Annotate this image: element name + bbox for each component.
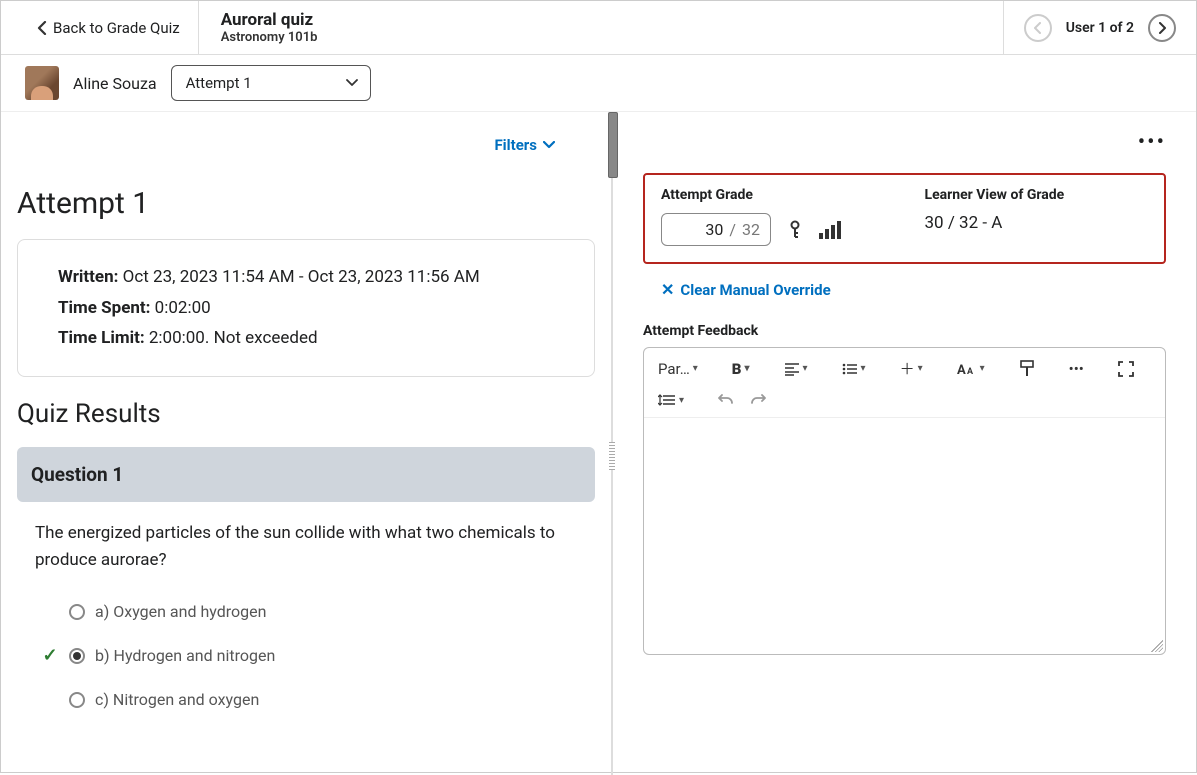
prev-user-button [1024, 14, 1052, 42]
grade-value: 30 [705, 220, 723, 239]
right-panel: ••• Attempt Grade 30 / 32 [613, 112, 1196, 775]
chevron-down-icon [543, 141, 555, 149]
attempt-select[interactable]: Attempt 1 [171, 65, 371, 101]
radio-icon [69, 692, 85, 708]
editor-toolbar: Par… ▾ B▾ ▾ ▾ ＋▾ AA [644, 348, 1165, 418]
grade-input[interactable]: 30 / 32 [661, 213, 771, 246]
clear-override-label: Clear Manual Override [680, 281, 830, 299]
line-spacing-icon [658, 393, 676, 407]
chevron-right-icon [1157, 22, 1167, 34]
time-limit-label: Time Limit: [58, 328, 145, 348]
align-left-icon [784, 362, 800, 376]
learner-view-value: 30 / 32 - A [925, 213, 1149, 233]
chevron-down-icon: ▾ [980, 363, 985, 374]
chevron-left-icon [1033, 22, 1043, 34]
close-icon: ✕ [661, 280, 674, 299]
svg-text:A: A [967, 367, 974, 377]
time-spent-label: Time Spent: [58, 298, 150, 318]
key-icon[interactable] [787, 220, 803, 240]
bold-button[interactable]: B▾ [726, 356, 756, 382]
quiz-title: Auroral quiz [221, 10, 981, 30]
list-icon [842, 362, 858, 376]
time-limit-value: 2:00:00. Not exceeded [149, 328, 318, 348]
feedback-label: Attempt Feedback [643, 323, 1166, 339]
radio-icon [69, 604, 85, 620]
svg-text:A: A [957, 363, 966, 377]
more-toolbar-button[interactable]: ••• [1063, 356, 1090, 382]
left-panel: Filters Attempt 1 Written: Oct 23, 2023 … [1, 112, 611, 775]
option-label: c) Nitrogen and oxygen [95, 690, 259, 709]
next-user-button[interactable] [1148, 14, 1176, 42]
page-header: Back to Grade Quiz Auroral quiz Astronom… [1, 1, 1196, 55]
undo-icon [718, 393, 734, 407]
redo-icon [750, 393, 766, 407]
panel-divider[interactable] [611, 112, 613, 775]
attempt-grade-label: Attempt Grade [661, 187, 885, 203]
options-list: a) Oxygen and hydrogen ✓ b) Hydrogen and… [17, 590, 595, 721]
resize-grip-icon[interactable] [609, 442, 615, 470]
chevron-left-icon [37, 21, 47, 35]
chevron-down-icon: ▾ [918, 363, 923, 374]
more-actions-button[interactable]: ••• [643, 130, 1166, 155]
format-painter-icon [1019, 360, 1035, 378]
user-counter: User 1 of 2 [1066, 20, 1134, 36]
user-name: Aline Souza [73, 74, 157, 93]
time-spent-value: 0:02:00 [155, 298, 211, 318]
format-painter-button[interactable] [1013, 356, 1041, 382]
user-bar: Aline Souza Attempt 1 [1, 55, 1196, 112]
paragraph-style-select[interactable]: Par… ▾ [652, 356, 704, 382]
align-button[interactable]: ▾ [778, 358, 814, 380]
filters-label: Filters [494, 136, 537, 154]
back-label: Back to Grade Quiz [53, 19, 180, 37]
attempt-select-label: Attempt 1 [186, 74, 252, 92]
chevron-down-icon [346, 79, 358, 87]
filters-button[interactable]: Filters [494, 136, 555, 154]
back-to-grade-quiz-link[interactable]: Back to Grade Quiz [1, 1, 199, 54]
course-title: Astronomy 101b [221, 30, 981, 45]
grade-denominator: 32 [742, 220, 760, 239]
chevron-down-icon: ▾ [744, 363, 749, 374]
fullscreen-button[interactable] [1112, 357, 1140, 381]
option-label: a) Oxygen and hydrogen [95, 602, 266, 621]
resize-grip-icon[interactable] [1151, 640, 1163, 652]
font-button[interactable]: AA ▾ [951, 357, 991, 381]
chevron-down-icon: ▾ [861, 363, 866, 374]
title-block: Auroral quiz Astronomy 101b [199, 1, 1003, 54]
stats-icon[interactable] [819, 221, 841, 239]
font-icon: AA [957, 361, 977, 377]
insert-button[interactable]: ＋▾ [894, 354, 929, 383]
question-text: The energized particles of the sun colli… [17, 520, 595, 590]
expand-icon [1118, 361, 1134, 377]
editor-body[interactable] [644, 418, 1165, 654]
radio-selected-icon [69, 648, 85, 664]
option-row: c) Nitrogen and oxygen [41, 678, 571, 721]
scrollbar-thumb[interactable] [608, 112, 618, 178]
chevron-down-icon: ▾ [693, 363, 698, 374]
list-button[interactable]: ▾ [836, 358, 872, 380]
written-value: Oct 23, 2023 11:54 AM - Oct 23, 2023 11:… [123, 267, 480, 287]
header-nav: User 1 of 2 [1003, 1, 1196, 54]
written-label: Written: [58, 267, 118, 287]
attempt-heading: Attempt 1 [17, 186, 595, 221]
undo-button[interactable] [712, 389, 740, 411]
chevron-down-icon: ▾ [803, 363, 808, 374]
avatar [25, 66, 59, 100]
chevron-down-icon: ▾ [679, 395, 684, 406]
grade-box: Attempt Grade 30 / 32 Learner Vi [643, 173, 1166, 264]
option-row: ✓ b) Hydrogen and nitrogen [41, 633, 571, 678]
line-spacing-button[interactable]: ▾ [652, 389, 690, 411]
feedback-editor: Par… ▾ B▾ ▾ ▾ ＋▾ AA [643, 347, 1166, 655]
checkmark-icon: ✓ [41, 645, 59, 666]
question-header: Question 1 [17, 447, 595, 502]
clear-manual-override-button[interactable]: ✕ Clear Manual Override [643, 264, 1166, 309]
redo-button[interactable] [744, 389, 772, 411]
option-label: b) Hydrogen and nitrogen [95, 646, 275, 665]
attempt-meta-card: Written: Oct 23, 2023 11:54 AM - Oct 23,… [17, 239, 595, 377]
results-heading: Quiz Results [17, 399, 595, 429]
learner-view-label: Learner View of Grade [925, 187, 1149, 203]
main: Filters Attempt 1 Written: Oct 23, 2023 … [1, 112, 1196, 775]
option-row: a) Oxygen and hydrogen [41, 590, 571, 633]
